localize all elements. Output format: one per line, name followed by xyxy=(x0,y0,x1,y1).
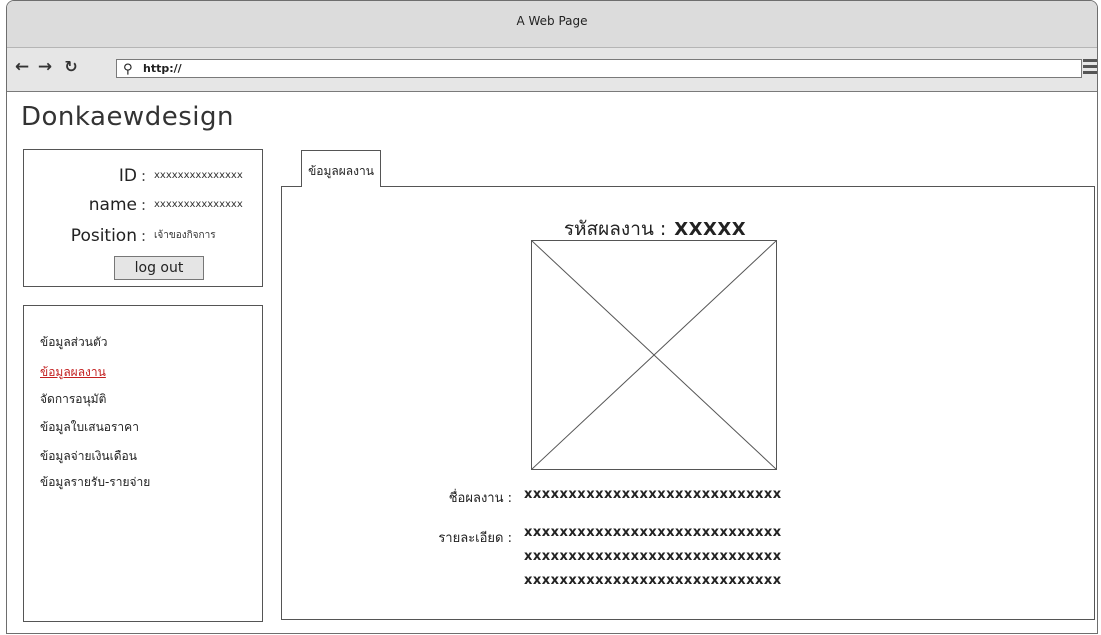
logout-button[interactable]: log out xyxy=(114,256,204,280)
portfolio-panel: รหัสผลงาน: XXXXX ชื่อผลงาน : xxxxxxxxxxxx… xyxy=(281,186,1095,620)
user-name-label: name xyxy=(88,195,137,215)
user-info-box: ID : xxxxxxxxxxxxxxx name : xxxxxxxxxxxx… xyxy=(23,149,263,287)
image-placeholder xyxy=(531,240,777,470)
sidebar-item-quotations[interactable]: ข้อมูลใบเสนอราคา xyxy=(40,418,139,437)
sidebar-menu: ข้อมูลส่วนตัว ข้อมูลผลงาน จัดการอนุมัติ … xyxy=(23,305,263,622)
work-name-value: xxxxxxxxxxxxxxxxxxxxxxxxxxxxx xyxy=(524,487,782,502)
image-placeholder-icon xyxy=(532,241,776,469)
work-name-label: ชื่อผลงาน : xyxy=(448,491,512,506)
work-detail-line: xxxxxxxxxxxxxxxxxxxxxxxxxxxxx xyxy=(524,573,782,588)
user-name-colon: : xyxy=(141,196,147,214)
user-id-label: ID xyxy=(118,166,137,186)
browser-toolbar: ← → ↻ ⚲ http:// xyxy=(7,48,1097,92)
user-id-colon: : xyxy=(141,167,147,185)
reload-icon[interactable]: ↻ xyxy=(62,57,80,77)
sidebar-item-income-expense[interactable]: ข้อมูลรายรับ-รายจ่าย xyxy=(40,473,150,492)
sidebar-item-portfolio[interactable]: ข้อมูลผลงาน xyxy=(40,363,106,382)
user-position-colon: : xyxy=(141,227,147,245)
back-arrow-icon[interactable]: ← xyxy=(13,57,31,77)
sidebar-item-approvals[interactable]: จัดการอนุมัติ xyxy=(40,390,106,409)
user-position-label: Position xyxy=(70,226,137,246)
work-code-label: รหัสผลงาน xyxy=(563,218,654,240)
browser-window: A Web Page ← → ↻ ⚲ http:// Donkaewdesign… xyxy=(6,0,1098,634)
sidebar-item-personal-info[interactable]: ข้อมูลส่วนตัว xyxy=(40,333,107,352)
user-id-row: ID : xxxxxxxxxxxxxxx xyxy=(24,165,264,187)
user-name-value: xxxxxxxxxxxxxxx xyxy=(154,199,243,210)
user-id-value: xxxxxxxxxxxxxxx xyxy=(154,170,243,181)
sidebar-item-salary[interactable]: ข้อมูลจ่ายเงินเดือน xyxy=(40,447,137,466)
tab-portfolio[interactable]: ข้อมูลผลงาน xyxy=(301,150,381,187)
window-title: A Web Page xyxy=(516,14,588,28)
user-name-row: name : xxxxxxxxxxxxxxx xyxy=(24,194,264,216)
work-detail-line: xxxxxxxxxxxxxxxxxxxxxxxxxxxxx xyxy=(524,525,782,540)
site-logo-text: Donkaewdesign xyxy=(21,102,234,132)
address-url: http:// xyxy=(143,62,182,75)
forward-arrow-icon[interactable]: → xyxy=(36,57,54,77)
work-code-colon: : xyxy=(659,218,667,240)
window-titlebar: A Web Page xyxy=(7,1,1097,48)
user-position-row: Position : เจ้าของกิจการ xyxy=(24,225,264,247)
address-bar[interactable]: ⚲ http:// xyxy=(116,59,1082,78)
search-icon: ⚲ xyxy=(123,62,133,77)
hamburger-menu-icon[interactable] xyxy=(1083,59,1097,75)
work-code-value: XXXXX xyxy=(674,219,747,240)
work-detail-label: รายละเอียด : xyxy=(438,531,512,546)
work-detail-line: xxxxxxxxxxxxxxxxxxxxxxxxxxxxx xyxy=(524,549,782,564)
work-detail-values: xxxxxxxxxxxxxxxxxxxxxxxxxxxxx xxxxxxxxxx… xyxy=(524,521,782,593)
user-position-value: เจ้าของกิจการ xyxy=(154,230,216,241)
